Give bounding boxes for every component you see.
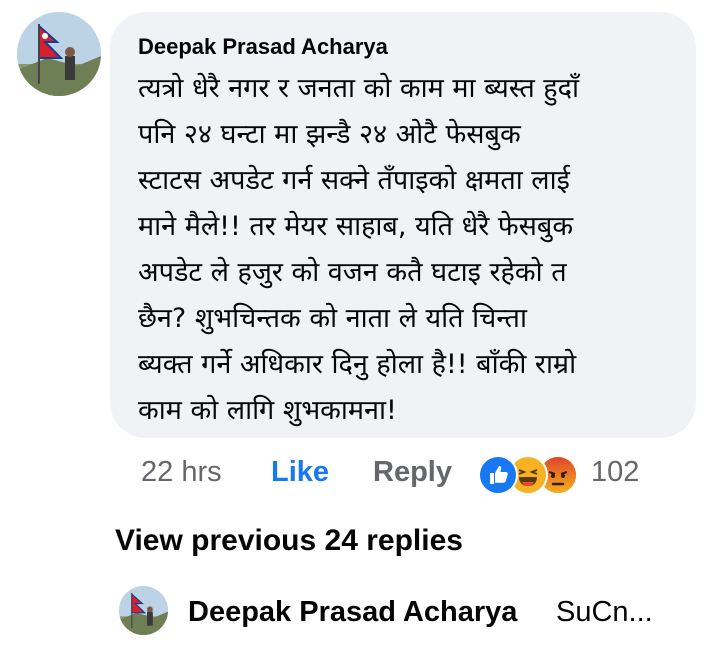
reply-author-name[interactable]: Deepak Prasad Acharya xyxy=(188,596,517,629)
avatar-photo xyxy=(17,12,101,96)
like-reaction-icon xyxy=(478,455,518,495)
comment-actions: 22 hrs Like Reply 102 xyxy=(0,452,720,496)
comment-text: त्यत्रो धेरै नगर र जनता को काम मा ब्यस्त… xyxy=(138,73,579,426)
comment-author[interactable]: Deepak Prasad Acharya xyxy=(138,34,388,60)
comment-timestamp[interactable]: 22 hrs xyxy=(141,456,222,489)
commenter-avatar[interactable] xyxy=(17,12,101,96)
avatar-photo xyxy=(119,586,168,635)
view-previous-replies-link[interactable]: View previous 24 replies xyxy=(115,524,463,558)
reaction-summary[interactable] xyxy=(478,455,582,495)
reply-author-avatar[interactable] xyxy=(119,586,168,635)
reply-snippet[interactable]: SuCn... xyxy=(556,596,653,629)
like-button[interactable]: Like xyxy=(271,456,329,489)
reply-button[interactable]: Reply xyxy=(373,456,452,489)
reaction-count[interactable]: 102 xyxy=(591,456,639,489)
